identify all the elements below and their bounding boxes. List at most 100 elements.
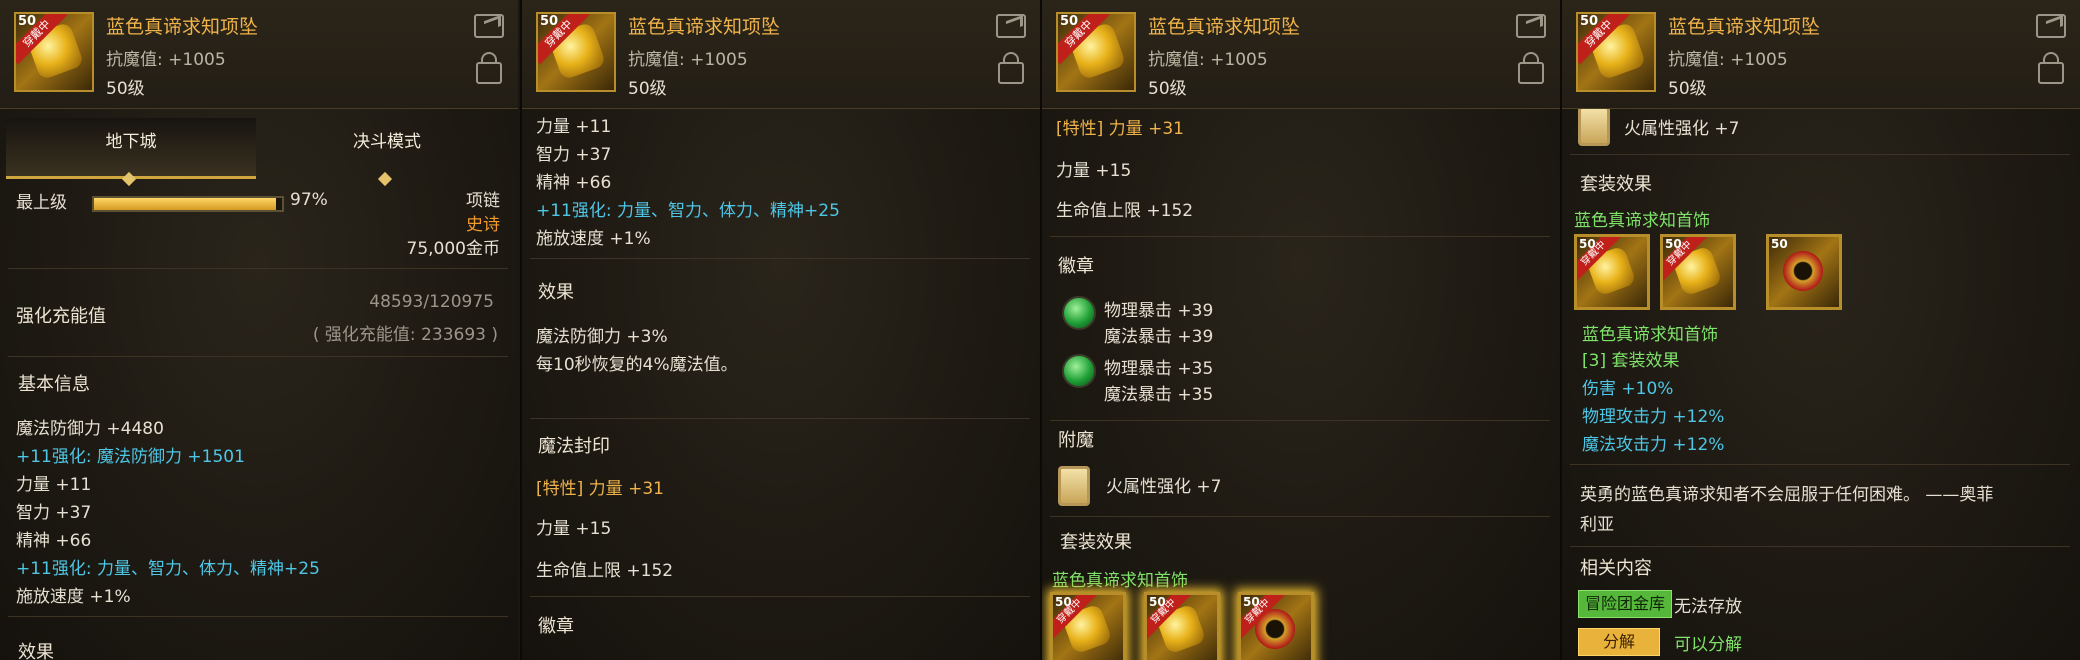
icon-level: 50 bbox=[1243, 595, 1260, 609]
set-name-2: 蓝色真谛求知首饰 bbox=[1582, 325, 1718, 345]
item-level: 50级 bbox=[1668, 79, 1707, 99]
item-level: 50级 bbox=[106, 79, 145, 99]
tooltip-panel-4: 穿戴中 50 蓝色真谛求知项坠 抗魔值: +1005 50级 火属性强化 +7 … bbox=[1560, 0, 2080, 660]
icon-level: 50 bbox=[1149, 595, 1166, 609]
item-name: 蓝色真谛求知项坠 bbox=[628, 16, 781, 38]
lock-icon[interactable] bbox=[998, 52, 1024, 84]
stat-line: 魔法防御力 +4480 bbox=[16, 419, 164, 439]
item-header: 穿戴中 50 蓝色真谛求知项坠 抗魔值: +1005 50级 bbox=[0, 0, 518, 109]
emblem-title: 徽章 bbox=[538, 616, 574, 637]
pendant-icon: 穿戴中 50 bbox=[1056, 12, 1136, 92]
upgrade-progress-fill bbox=[94, 198, 277, 210]
item-header: 穿戴中 50 蓝色真谛求知项坠 抗魔值: +1005 50级 bbox=[1042, 0, 1560, 109]
set-bonus: 魔法攻击力 +12% bbox=[1582, 435, 1725, 455]
stat-line: 力量 +11 bbox=[16, 475, 92, 495]
stat-line: 施放速度 +1% bbox=[16, 587, 131, 607]
icon-level: 50 bbox=[1579, 237, 1596, 251]
share-icon[interactable] bbox=[474, 14, 504, 38]
set-bonus: 伤害 +10% bbox=[1582, 379, 1674, 399]
seal-special: [特性] 力量 +31 bbox=[1056, 119, 1184, 139]
emblem-line: 物理暴击 +35 bbox=[1104, 359, 1214, 379]
upgrade-progress-bar bbox=[92, 196, 284, 212]
storage-status: 无法存放 bbox=[1674, 597, 1742, 617]
seal-line: 生命值上限 +152 bbox=[536, 561, 674, 581]
basic-info-title: 基本信息 bbox=[18, 374, 90, 395]
item-stat: 抗魔值: +1005 bbox=[628, 50, 748, 70]
disassemble-status: 可以分解 bbox=[1674, 635, 1742, 655]
price: 75,000金币 bbox=[406, 239, 500, 259]
enchant-card-icon bbox=[1578, 106, 1610, 146]
enchant-title: 附魔 bbox=[1058, 430, 1094, 451]
set-item-ring-icon[interactable]: 穿戴中 50 bbox=[1238, 592, 1314, 660]
green-emblem-icon bbox=[1062, 354, 1096, 388]
item-stat: 抗魔值: +1005 bbox=[1668, 50, 1788, 70]
item-stat: 抗魔值: +1005 bbox=[106, 50, 226, 70]
effect-line: 每10秒恢复的4%魔法值。 bbox=[536, 355, 738, 375]
green-emblem-icon bbox=[1062, 296, 1096, 330]
tab-dungeon[interactable]: 地下城 bbox=[6, 118, 256, 187]
enchant-text: 火属性强化 +7 bbox=[1106, 477, 1222, 497]
rarity: 史诗 bbox=[466, 215, 500, 235]
seal-special: [特性] 力量 +31 bbox=[536, 479, 664, 499]
share-icon[interactable] bbox=[1516, 14, 1546, 38]
enchant-card-icon bbox=[1058, 466, 1090, 506]
flavor-text: 英勇的蓝色真谛求知者不会屈服于任何困难。 ——奥菲 bbox=[1580, 485, 1994, 505]
set-name: 蓝色真谛求知首饰 bbox=[1052, 571, 1188, 591]
item-name: 蓝色真谛求知项坠 bbox=[106, 16, 259, 38]
stat-line: 精神 +66 bbox=[16, 531, 92, 551]
effect-title-cut: 效果 bbox=[18, 642, 54, 660]
progress-text: 97% bbox=[290, 190, 328, 210]
icon-level: 50 bbox=[540, 14, 559, 29]
reinforce-total: ( 强化充能值: 233693 ) bbox=[312, 325, 498, 345]
set-bonus: 物理攻击力 +12% bbox=[1582, 407, 1725, 427]
tooltip-panel-2: 穿戴中 50 蓝色真谛求知项坠 抗魔值: +1005 50级 力量 +11 智力… bbox=[520, 0, 1040, 660]
slot-type: 项链 bbox=[466, 191, 500, 211]
seal-line: 力量 +15 bbox=[1056, 161, 1132, 181]
icon-level: 50 bbox=[1060, 14, 1079, 29]
flavor-text: 利亚 bbox=[1580, 515, 1614, 535]
seal-title: 魔法封印 bbox=[538, 436, 610, 457]
icon-level: 50 bbox=[18, 14, 37, 29]
enchant-text: 火属性强化 +7 bbox=[1624, 119, 1740, 139]
seal-line: 生命值上限 +152 bbox=[1056, 201, 1194, 221]
set-item-bracelet-icon[interactable]: 穿戴中 50 bbox=[1660, 234, 1736, 310]
storage-badge: 冒险团金库 bbox=[1578, 590, 1673, 618]
set-item-pendant-icon[interactable]: 穿戴中 50 bbox=[1574, 234, 1650, 310]
tooltip-panel-3: 穿戴中 50 蓝色真谛求知项坠 抗魔值: +1005 50级 [特性] 力量 +… bbox=[1040, 0, 1560, 660]
emblem-line: 魔法暴击 +39 bbox=[1104, 327, 1214, 347]
stat-line: +11强化: 力量、智力、体力、精神+25 bbox=[16, 559, 320, 579]
item-header: 穿戴中 50 蓝色真谛求知项坠 抗魔值: +1005 50级 bbox=[522, 0, 1040, 109]
effect-line: 魔法防御力 +3% bbox=[536, 327, 668, 347]
pendant-icon: 穿戴中 50 bbox=[14, 12, 94, 92]
item-name: 蓝色真谛求知项坠 bbox=[1668, 16, 1821, 38]
stat-line: 智力 +37 bbox=[536, 145, 612, 165]
tab-diamond-icon bbox=[377, 171, 393, 187]
item-header: 穿戴中 50 蓝色真谛求知项坠 抗魔值: +1005 50级 bbox=[1562, 0, 2080, 109]
mode-tabs: 地下城 决斗模式 bbox=[6, 118, 512, 187]
share-icon[interactable] bbox=[996, 14, 1026, 38]
stat-line: 施放速度 +1% bbox=[536, 229, 651, 249]
stat-line: +11强化: 魔法防御力 +1501 bbox=[16, 447, 245, 467]
share-icon[interactable] bbox=[2036, 14, 2066, 38]
lock-icon[interactable] bbox=[2038, 52, 2064, 84]
set-name: 蓝色真谛求知首饰 bbox=[1574, 211, 1710, 231]
pendant-icon: 穿戴中 50 bbox=[1576, 12, 1656, 92]
set-item-bracelet-icon[interactable]: 穿戴中 50 bbox=[1144, 592, 1220, 660]
icon-level: 50 bbox=[1771, 237, 1788, 251]
set-item-ring-icon[interactable]: 50 bbox=[1766, 234, 1842, 310]
tab-diamond-icon bbox=[121, 171, 137, 187]
stat-line: 智力 +37 bbox=[16, 503, 92, 523]
icon-level: 50 bbox=[1665, 237, 1682, 251]
disassemble-badge: 分解 bbox=[1578, 628, 1661, 656]
emblem-line: 魔法暴击 +35 bbox=[1104, 385, 1214, 405]
upgrade-label: 最上级 bbox=[16, 193, 67, 213]
tab-duel[interactable]: 决斗模式 bbox=[262, 118, 512, 187]
set-item-pendant-icon[interactable]: 穿戴中 50 bbox=[1050, 592, 1126, 660]
lock-icon[interactable] bbox=[1518, 52, 1544, 84]
reinforce-label: 强化充能值 bbox=[16, 306, 106, 327]
related-title: 相关内容 bbox=[1580, 558, 1652, 579]
stat-line: +11强化: 力量、智力、体力、精神+25 bbox=[536, 201, 840, 221]
emblem-line: 物理暴击 +39 bbox=[1104, 301, 1214, 321]
lock-icon[interactable] bbox=[476, 52, 502, 84]
icon-level: 50 bbox=[1055, 595, 1072, 609]
